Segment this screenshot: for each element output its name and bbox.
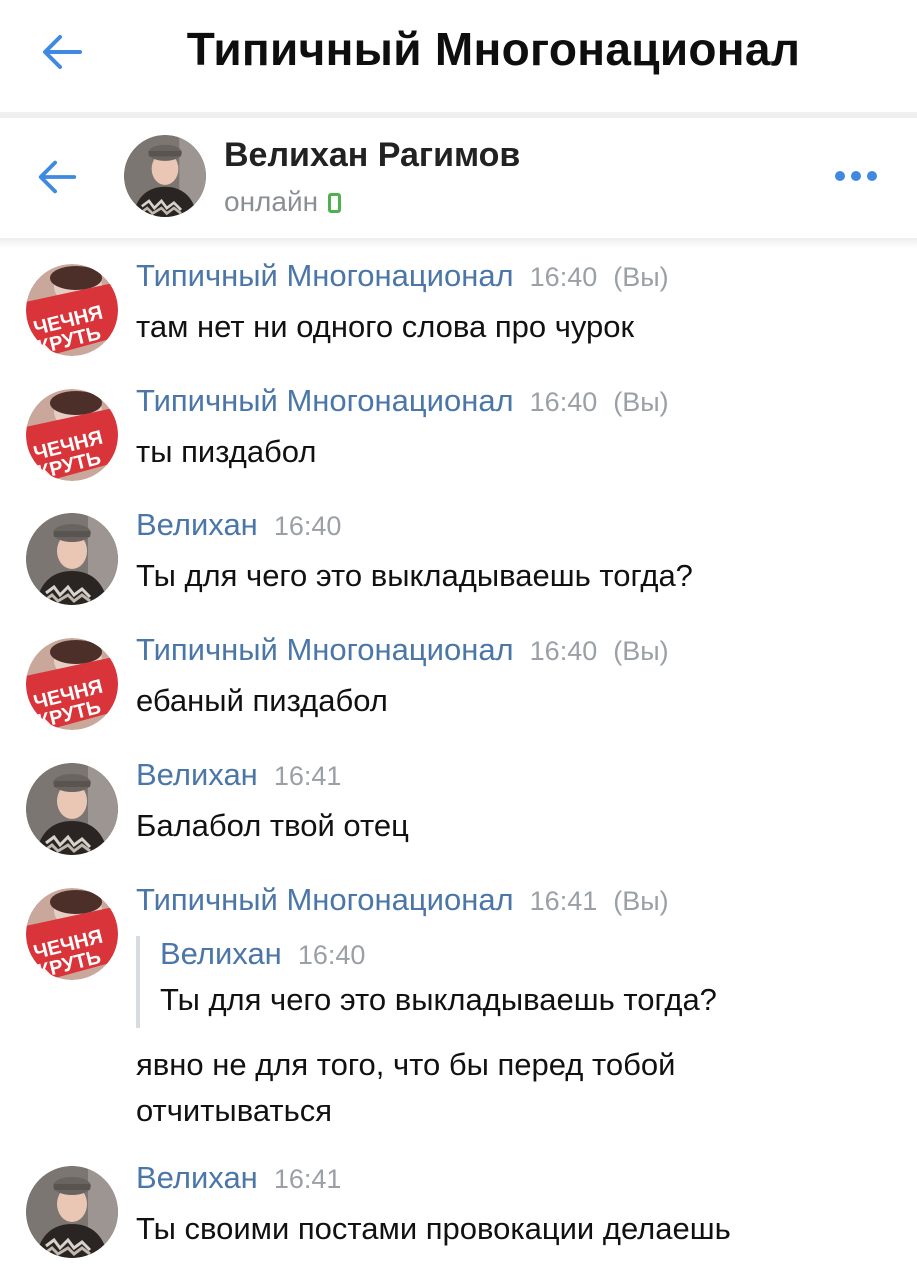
- author-name[interactable]: Велихан: [136, 507, 258, 542]
- message-text-line: явно не для того, что бы перед тобой: [136, 1047, 676, 1082]
- you-label: (Вы): [613, 636, 669, 666]
- quote-text: Ты для чего это выкладываешь тогда?: [160, 982, 717, 1017]
- avatar[interactable]: [26, 763, 118, 855]
- avatar[interactable]: [26, 638, 118, 730]
- avatar[interactable]: [26, 264, 118, 356]
- online-status: онлайн: [224, 186, 342, 218]
- message-text: Балабол твой отец: [136, 808, 409, 843]
- more-icon[interactable]: [832, 166, 880, 186]
- quoted-message[interactable]: Велихан 16:40 Ты для чего это выкладываеш…: [136, 936, 717, 1028]
- page-title: Типичный Многонационал: [186, 23, 801, 75]
- message-time: 16:40: [273, 511, 342, 541]
- you-label: (Вы): [613, 387, 669, 417]
- message-text-line: отчитываться: [136, 1093, 333, 1128]
- message-time: 16:40: [529, 387, 598, 417]
- message-text: там нет ни одного слова про чурок: [136, 309, 635, 344]
- chat-header: Велихан Рагимов онлайн: [0, 118, 917, 242]
- message-text: ты пиздабол: [136, 434, 317, 469]
- message-header: Велихан 16:41: [136, 1160, 341, 1196]
- quote-time: 16:40: [297, 940, 366, 970]
- mobile-icon: [328, 193, 342, 213]
- contact-name[interactable]: Велихан Рагимов: [224, 136, 520, 175]
- message-text: Ты своими постами провокации делаешь: [136, 1211, 731, 1246]
- message-time: 16:40: [529, 636, 598, 666]
- avatar[interactable]: [26, 888, 118, 980]
- message-header: Велихан 16:41: [136, 757, 341, 793]
- author-name[interactable]: Типичный Многонационал: [136, 258, 514, 293]
- back-arrow-icon[interactable]: [34, 154, 80, 200]
- you-label: (Вы): [613, 886, 669, 916]
- author-name[interactable]: Типичный Многонационал: [136, 882, 514, 917]
- message-time: 16:41: [529, 886, 598, 916]
- author-name[interactable]: Велихан: [136, 757, 258, 792]
- message-text: ебаный пиздабол: [136, 683, 388, 718]
- avatar[interactable]: [26, 389, 118, 481]
- message-time: 16:41: [273, 761, 342, 791]
- quote-header: Велихан 16:40: [160, 936, 717, 972]
- avatar[interactable]: [26, 513, 118, 605]
- author-name[interactable]: Типичный Многонационал: [136, 632, 514, 667]
- avatar[interactable]: [26, 1166, 118, 1258]
- status-text: онлайн: [224, 186, 319, 217]
- message-header: Велихан 16:40: [136, 507, 341, 543]
- header-shadow: [0, 238, 917, 248]
- message-header: Типичный Многонационал 16:40 (Вы): [136, 383, 669, 419]
- quote-author: Велихан: [160, 936, 282, 971]
- message-text: Ты для чего это выкладываешь тогда?: [136, 558, 693, 593]
- message-time: 16:40: [529, 262, 598, 292]
- message-text: явно не для того, что бы перед тобой отч…: [136, 1042, 876, 1134]
- message-header: Типичный Многонационал 16:40 (Вы): [136, 632, 669, 668]
- you-label: (Вы): [613, 262, 669, 292]
- message-header: Типичный Многонационал 16:40 (Вы): [136, 258, 669, 294]
- author-name[interactable]: Типичный Многонационал: [136, 383, 514, 418]
- avatar[interactable]: [124, 135, 206, 217]
- message-time: 16:41: [273, 1164, 342, 1194]
- author-name[interactable]: Велихан: [136, 1160, 258, 1195]
- top-bar: Типичный Многонационал: [0, 0, 917, 112]
- message-header: Типичный Многонационал 16:41 (Вы): [136, 882, 669, 918]
